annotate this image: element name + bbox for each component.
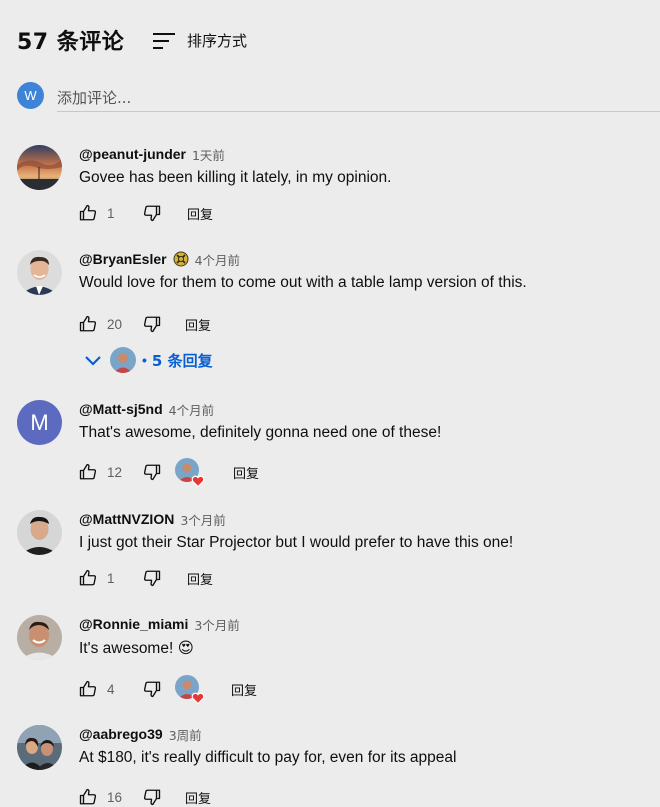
- man-portrait-avatar[interactable]: [17, 250, 62, 295]
- comment-text: Govee has been killing it lately, in my …: [79, 169, 392, 186]
- comment-time[interactable]: 3个月前: [180, 510, 225, 529]
- comment-text: Would love for them to come out with a t…: [79, 274, 527, 291]
- comment-meta: @aabrego39 3周前: [79, 725, 202, 743]
- comment-time[interactable]: 4个月前: [195, 250, 240, 269]
- thumbs-up-icon[interactable]: [79, 680, 97, 698]
- comment-meta: @Ronnie_miami 3个月前: [79, 615, 240, 633]
- chevron-down-icon: [83, 350, 103, 370]
- comment-author[interactable]: @BryanEsler: [79, 251, 167, 267]
- comment-author[interactable]: @MattNVZION: [79, 511, 174, 527]
- member-badge-icon: [173, 251, 189, 267]
- comment-author[interactable]: @aabrego39: [79, 726, 163, 742]
- man-smiling-avatar[interactable]: [17, 615, 62, 660]
- comment-author[interactable]: @Matt-sj5nd: [79, 401, 163, 417]
- comment-meta: @Matt-sj5nd 4个月前: [79, 400, 214, 418]
- letter-avatar[interactable]: M: [17, 400, 62, 445]
- like-count: 12: [107, 464, 123, 480]
- couple-photo-avatar[interactable]: [17, 725, 62, 770]
- comment-actions: 1 回复: [79, 201, 213, 225]
- add-comment-row: W: [17, 82, 660, 112]
- heart-eyes-emoji: 😍: [177, 640, 194, 657]
- thumbs-down-icon[interactable]: [143, 463, 161, 481]
- comment-actions: 16 回复: [79, 785, 211, 807]
- comment-author[interactable]: @peanut-junder: [79, 146, 186, 162]
- comments-header: 57 条评论: [17, 24, 124, 56]
- thumbs-up-icon[interactable]: [79, 204, 97, 222]
- replier-avatar: [110, 347, 136, 373]
- thumbs-up-icon[interactable]: [79, 463, 97, 481]
- comment-text: At $180, it's really difficult to pay fo…: [79, 749, 457, 766]
- comment-actions: 20 回复: [79, 312, 211, 336]
- sort-icon: [153, 31, 177, 51]
- reply-button[interactable]: 回复: [185, 788, 211, 807]
- comment-text: That's awesome, definitely gonna need on…: [79, 424, 442, 441]
- like-count: 20: [107, 316, 123, 332]
- thumbs-down-icon[interactable]: [143, 315, 161, 333]
- reply-button[interactable]: 回复: [187, 569, 213, 588]
- comment-text: It's awesome! 😍: [79, 639, 194, 658]
- show-replies-button[interactable]: • 5 条回复: [83, 346, 213, 374]
- user-avatar[interactable]: W: [17, 82, 44, 109]
- comment-actions: 4 回复: [79, 675, 257, 705]
- like-count: 1: [107, 205, 115, 221]
- comment-text-body: It's awesome!: [79, 640, 174, 657]
- like-count: 4: [107, 681, 115, 697]
- comment-text: I just got their Star Projector but I wo…: [79, 534, 514, 551]
- comment-count: 57 条评论: [17, 30, 125, 55]
- thumbs-down-icon[interactable]: [143, 569, 161, 587]
- reply-button[interactable]: 回复: [231, 680, 257, 699]
- thumbs-up-icon[interactable]: [79, 569, 97, 587]
- thumbs-down-icon[interactable]: [143, 204, 161, 222]
- comment-author[interactable]: @Ronnie_miami: [79, 616, 188, 632]
- heart-icon: [191, 474, 205, 488]
- thumbs-down-icon[interactable]: [143, 680, 161, 698]
- reply-button[interactable]: 回复: [185, 315, 211, 334]
- sunset-photo-avatar[interactable]: [17, 145, 62, 190]
- comment-meta: @peanut-junder 1天前: [79, 145, 225, 163]
- sort-button[interactable]: 排序方式: [153, 30, 247, 51]
- comment-actions: 12 回复: [79, 458, 259, 488]
- thumbs-down-icon[interactable]: [143, 788, 161, 806]
- man-portrait-avatar[interactable]: [17, 510, 62, 555]
- comment-time[interactable]: 1天前: [192, 145, 225, 164]
- reply-button[interactable]: 回复: [187, 204, 213, 223]
- thumbs-up-icon[interactable]: [79, 315, 97, 333]
- replies-count-label: 5 条回复: [151, 351, 213, 370]
- comment-time[interactable]: 3个月前: [194, 615, 239, 634]
- comment-actions: 1 回复: [79, 566, 213, 590]
- heart-icon: [191, 691, 205, 705]
- reply-button[interactable]: 回复: [233, 463, 259, 482]
- comment-meta: @BryanEsler 4个月前: [79, 250, 240, 268]
- like-count: 16: [107, 789, 123, 805]
- comment-time[interactable]: 3周前: [169, 725, 202, 744]
- comment-time[interactable]: 4个月前: [169, 400, 214, 419]
- separator-dot: •: [142, 352, 147, 368]
- creator-heart: [175, 458, 205, 488]
- creator-heart: [175, 675, 205, 705]
- add-comment-input[interactable]: [57, 84, 660, 112]
- like-count: 1: [107, 570, 115, 586]
- comment-meta: @MattNVZION 3个月前: [79, 510, 226, 528]
- sort-label: 排序方式: [187, 32, 248, 50]
- thumbs-up-icon[interactable]: [79, 788, 97, 806]
